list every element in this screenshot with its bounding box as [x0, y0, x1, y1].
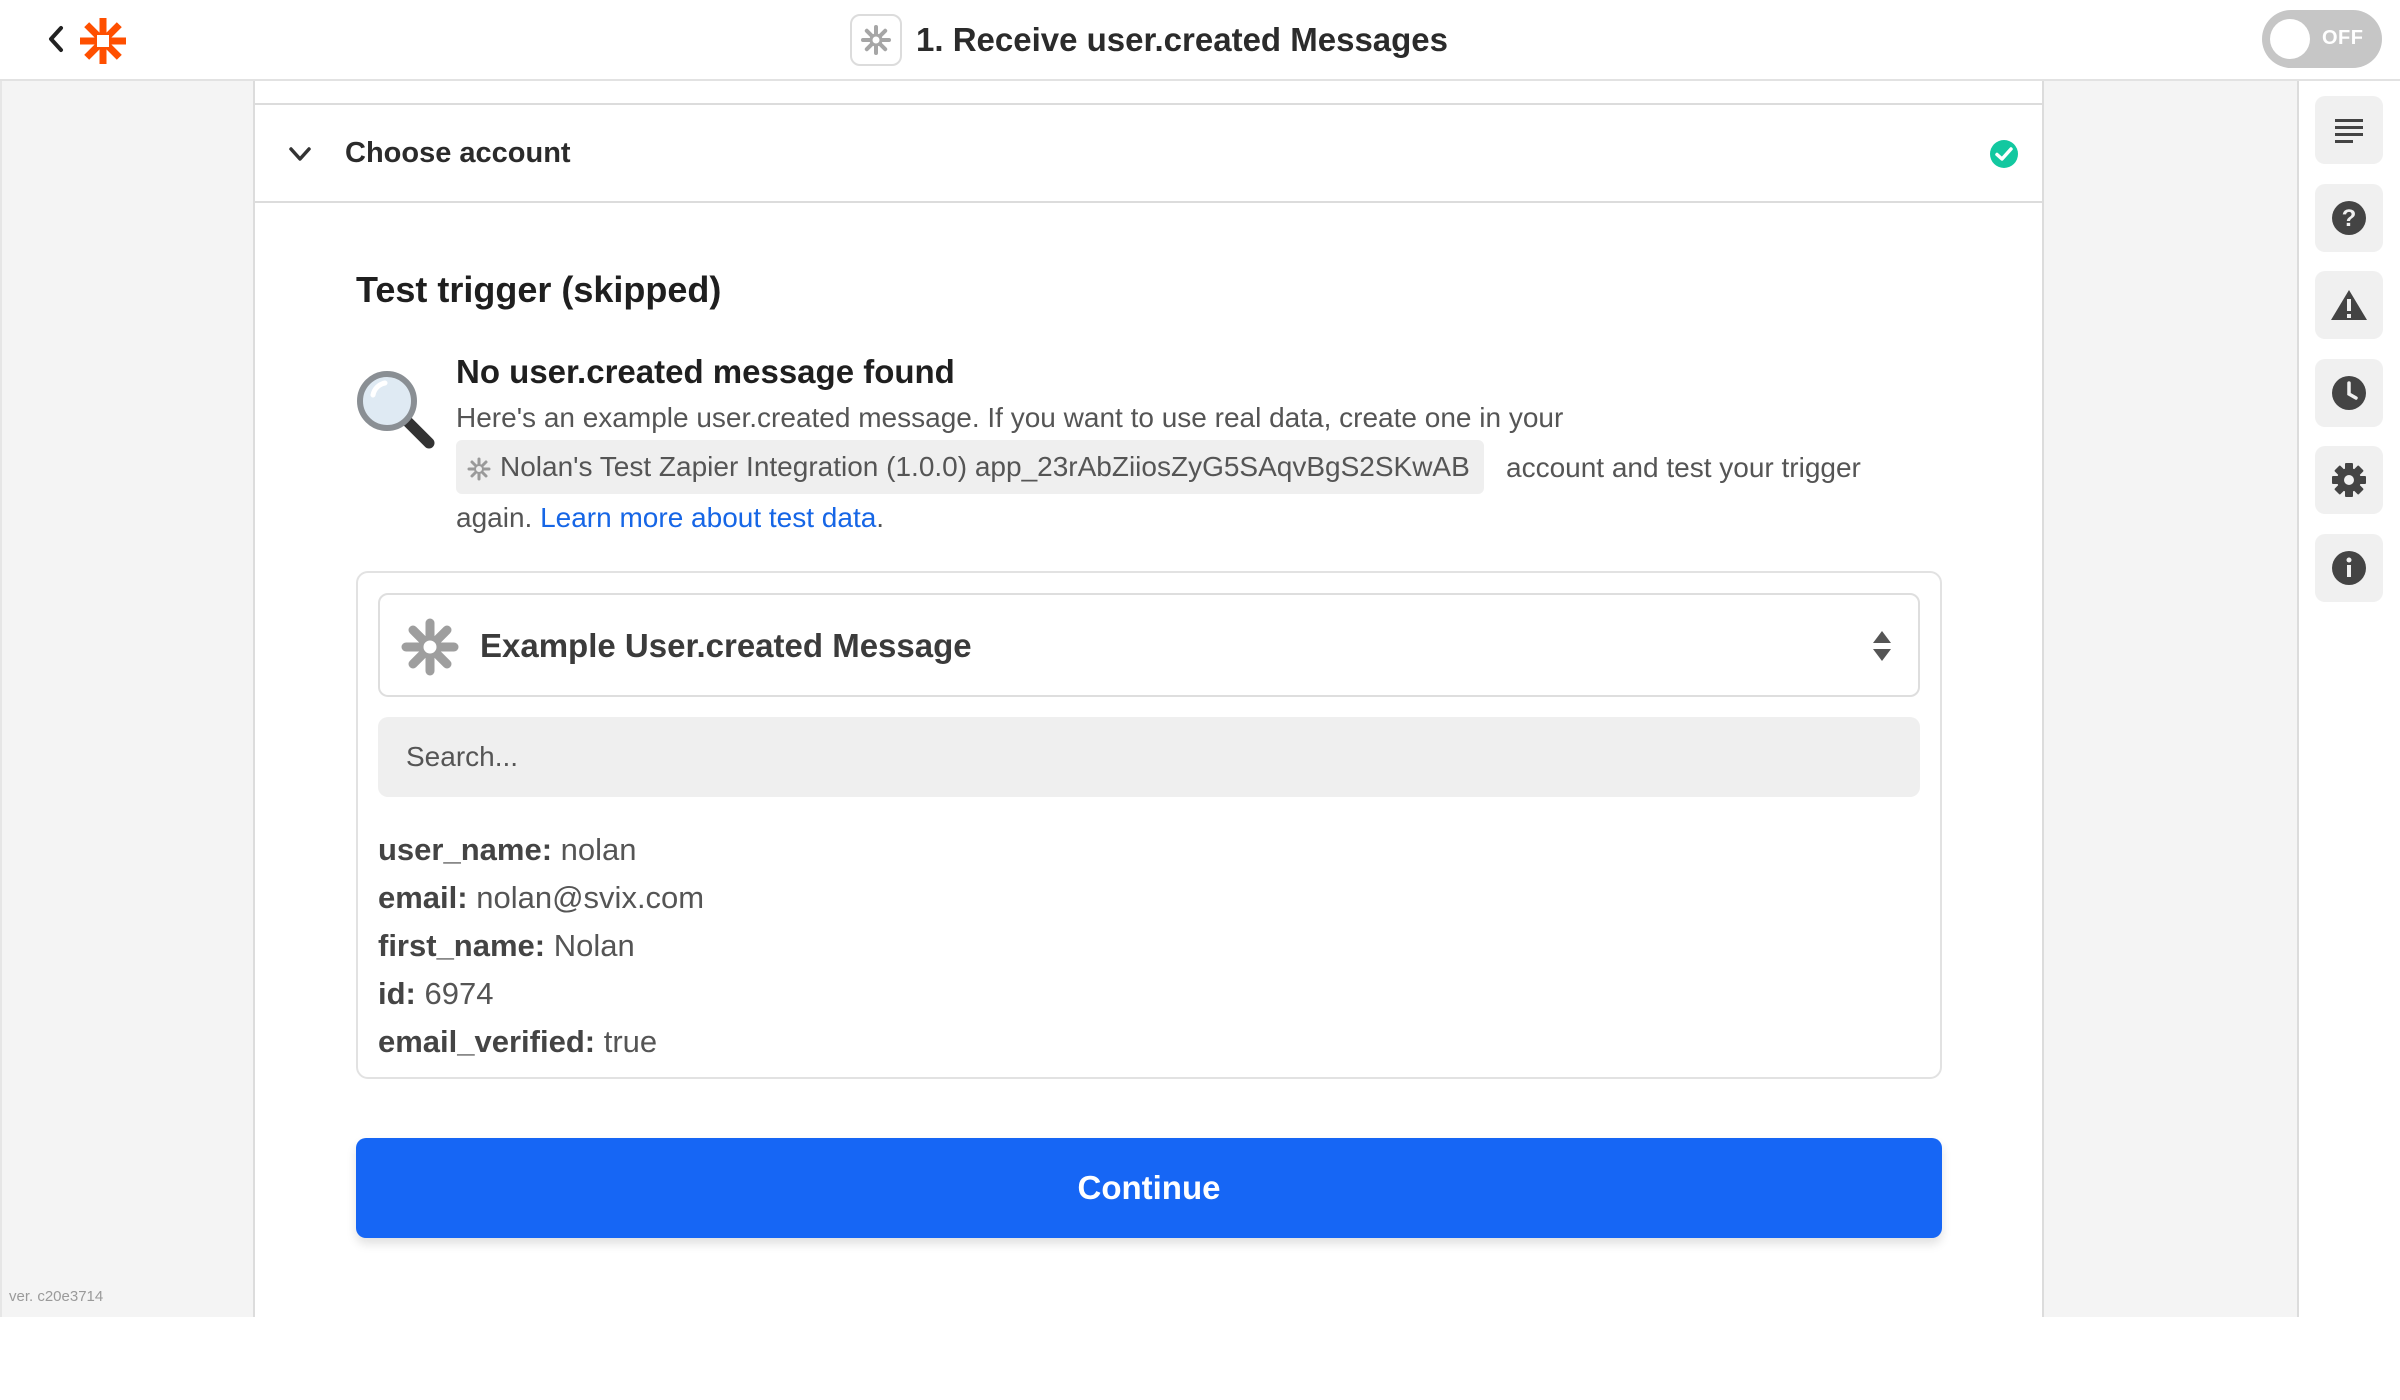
check-circle-icon	[1990, 140, 2018, 168]
left-gutter	[0, 81, 255, 1317]
field-row: email: nolan@svix.com	[378, 874, 704, 922]
app-version-chip: Nolan's Test Zapier Integration (1.0.0) …	[456, 440, 1484, 494]
history-icon	[2332, 376, 2366, 410]
choose-account-section[interactable]: Choose account	[255, 105, 2042, 203]
warning-icon	[2331, 290, 2367, 320]
help-button[interactable]: ?	[2315, 184, 2383, 252]
history-button[interactable]	[2315, 359, 2383, 427]
app-icon	[850, 14, 902, 66]
version-label: ver. c20e3714	[9, 1288, 104, 1305]
field-value: Nolan	[553, 928, 635, 963]
back-button[interactable]	[40, 20, 72, 58]
field-row: email_verified: true	[378, 1018, 704, 1066]
right-gutter	[2042, 81, 2298, 1317]
sample-select[interactable]: Example User.created Message	[378, 593, 1920, 697]
sample-select-value: Example User.created Message	[480, 627, 972, 664]
step-panel: Choose account Test trigger (skipped) No…	[255, 81, 2042, 1317]
field-row: first_name: Nolan	[378, 922, 704, 970]
zapier-logo-icon[interactable]	[78, 16, 128, 66]
not-found-description-cont: account and test your trigger	[1506, 452, 1861, 483]
field-value: 6974	[424, 976, 494, 1011]
settings-icon	[2332, 463, 2366, 497]
integration-gear-icon	[861, 25, 891, 55]
svg-text:?: ?	[2342, 205, 2357, 232]
info-icon	[2332, 551, 2366, 585]
toggle-knob	[2270, 19, 2310, 59]
test-trigger-title: Test trigger (skipped)	[356, 269, 722, 310]
field-value: nolan	[560, 832, 637, 867]
again-text: again.	[456, 502, 533, 533]
outline-button[interactable]	[2315, 96, 2383, 164]
magnifying-glass-icon	[357, 371, 435, 449]
sample-fields: user_name: nolan email: nolan@svix.com f…	[378, 826, 704, 1066]
field-key: first_name:	[378, 928, 546, 963]
not-found-description: Here's an example user.created message. …	[456, 402, 1564, 433]
app-chip-label: Nolan's Test Zapier Integration (1.0.0) …	[500, 451, 1470, 482]
field-value: nolan@svix.com	[476, 880, 705, 915]
field-row: user_name: nolan	[378, 826, 704, 874]
search-input[interactable]	[378, 717, 1920, 797]
period-text: .	[876, 502, 885, 533]
learn-more-link[interactable]: Learn more about test data	[540, 502, 876, 533]
chevron-down-icon	[289, 147, 311, 161]
info-button[interactable]	[2315, 534, 2383, 602]
alerts-button[interactable]	[2315, 271, 2383, 339]
choose-account-label: Choose account	[345, 137, 571, 169]
page-title: 1. Receive user.created Messages	[916, 21, 1449, 58]
outline-icon	[2335, 119, 2363, 143]
continue-button[interactable]: Continue	[356, 1138, 1942, 1238]
zap-step-title: 1. Receive user.created Messages	[850, 14, 1448, 66]
integration-gear-icon	[467, 457, 491, 481]
zap-on-off-toggle[interactable]: OFF	[2262, 10, 2382, 68]
field-row: id: 6974	[378, 970, 704, 1018]
sort-updown-icon	[1873, 631, 1891, 661]
field-key: email:	[378, 880, 468, 915]
not-found-title: No user.created message found	[456, 353, 955, 390]
not-found-description-end: again. Learn more about test data.	[456, 502, 884, 534]
field-key: email_verified:	[378, 1024, 596, 1059]
field-key: id:	[378, 976, 416, 1011]
right-sidebar: ?	[2297, 81, 2400, 1317]
sample-data-box: Example User.created Message user_name: …	[356, 571, 1942, 1079]
chevron-left-icon	[49, 26, 63, 52]
toggle-label: OFF	[2322, 27, 2364, 49]
top-bar: 1. Receive user.created Messages OFF	[0, 0, 2400, 81]
settings-button[interactable]	[2315, 446, 2383, 514]
help-icon: ?	[2332, 201, 2366, 235]
field-key: user_name:	[378, 832, 553, 867]
field-value: true	[603, 1024, 658, 1059]
integration-gear-icon	[401, 618, 459, 676]
